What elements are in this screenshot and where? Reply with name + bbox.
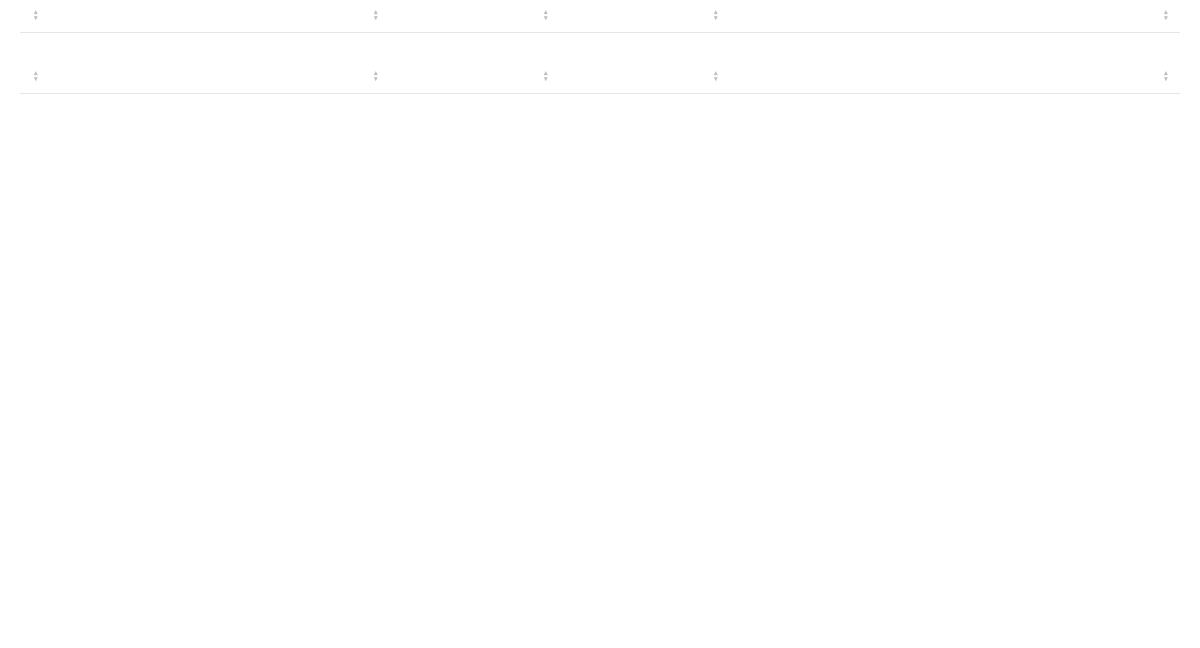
sort-icon: ▴▾ <box>544 10 548 22</box>
col-detections[interactable]: ▴▾ <box>708 10 908 22</box>
sort-icon: ▴▾ <box>544 71 548 83</box>
sort-icon: ▴▾ <box>34 71 38 83</box>
col-hri-impact[interactable]: ▴▾ <box>908 10 1168 22</box>
col-power-insight[interactable]: ▴▾ <box>28 71 368 83</box>
table-header-other: ▴▾ ▴▾ ▴▾ ▴▾ ▴▾ <box>20 61 1180 94</box>
col-detections[interactable]: ▴▾ <box>708 71 908 83</box>
sort-icon: ▴▾ <box>374 71 378 83</box>
col-pct-org[interactable]: ▴▾ <box>538 71 708 83</box>
sort-icon: ▴▾ <box>1164 10 1168 22</box>
col-identities[interactable]: ▴▾ <box>368 71 538 83</box>
col-power-insight[interactable]: ▴▾ <box>28 10 368 22</box>
table-header-top: ▴▾ ▴▾ ▴▾ ▴▾ ▴▾ <box>20 0 1180 33</box>
col-identities[interactable]: ▴▾ <box>368 10 538 22</box>
sort-icon: ▴▾ <box>374 10 378 22</box>
sort-icon: ▴▾ <box>714 10 718 22</box>
sort-icon: ▴▾ <box>714 71 718 83</box>
col-pct-org[interactable]: ▴▾ <box>538 10 708 22</box>
sort-icon: ▴▾ <box>1164 71 1168 83</box>
other-insights-section: ▴▾ ▴▾ ▴▾ ▴▾ ▴▾ <box>20 61 1180 94</box>
col-hri-impact[interactable]: ▴▾ <box>908 71 1168 83</box>
top-insights-section: ▴▾ ▴▾ ▴▾ ▴▾ ▴▾ <box>20 0 1180 33</box>
sort-icon: ▴▾ <box>34 10 38 22</box>
